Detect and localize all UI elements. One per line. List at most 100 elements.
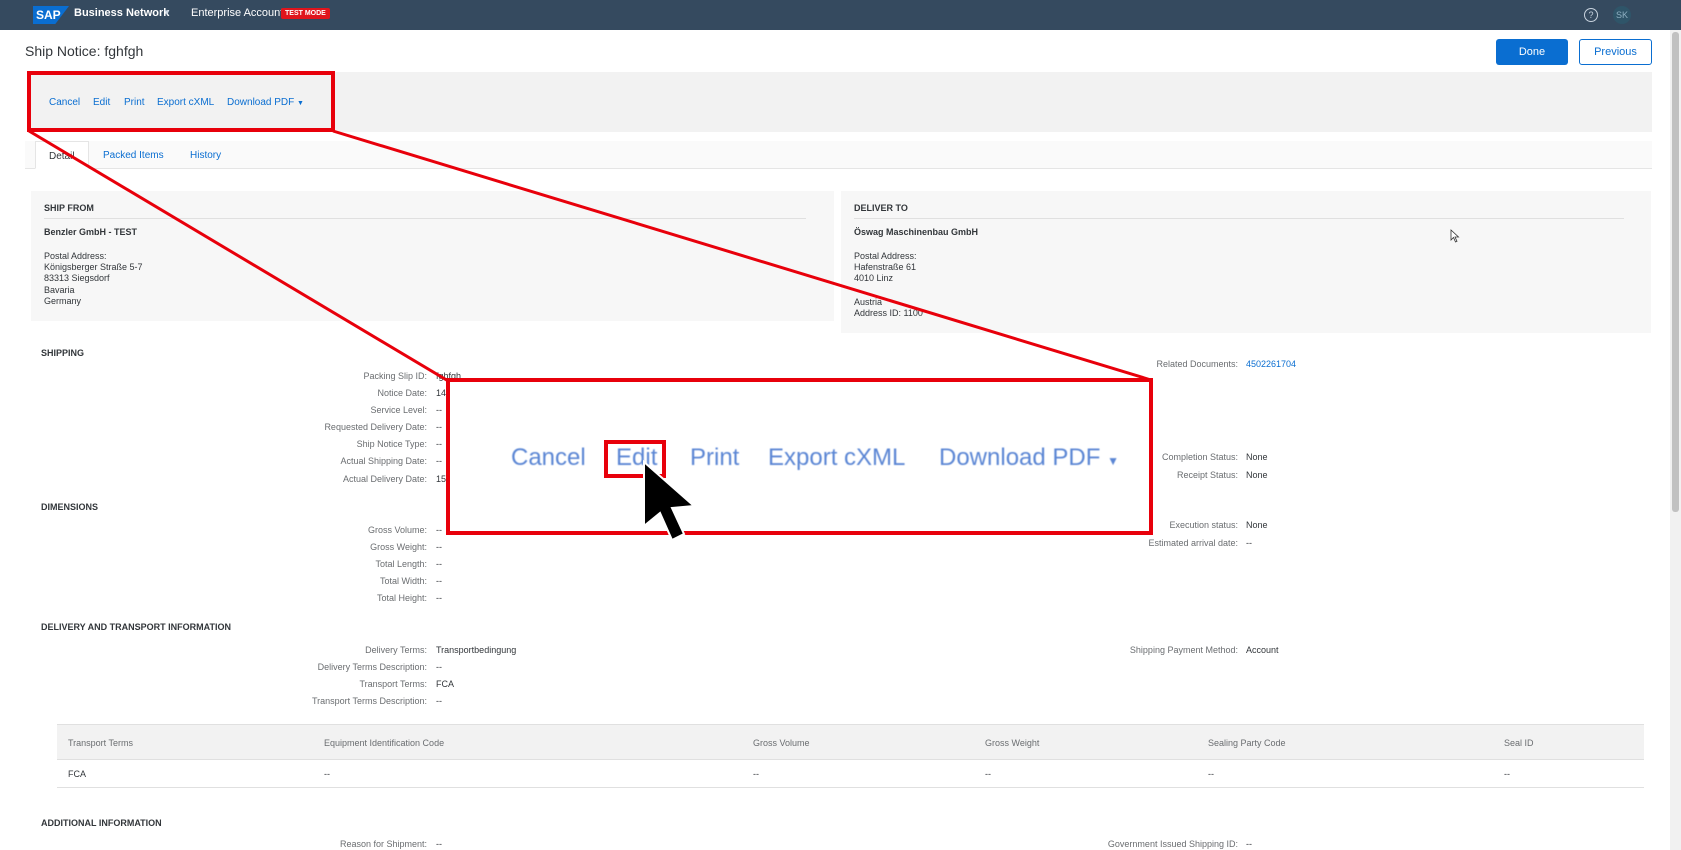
field-label: Gross Volume:: [367, 525, 427, 535]
table-cell: --: [324, 769, 330, 779]
delivery-transport-heading: DELIVERY AND TRANSPORT INFORMATION: [41, 622, 232, 632]
execution-status-value: None: [1246, 520, 1268, 530]
field-label: Notice Date:: [377, 388, 427, 398]
toolbar-highlight-box: [27, 71, 335, 132]
ship-from-name: Benzler GmbH - TEST: [44, 227, 138, 237]
deliver-to-panel: DELIVER TO Öswag Maschinenbau GmbH Posta…: [841, 191, 1651, 333]
field-label: Transport Terms:: [359, 679, 427, 689]
field-label: Shipping Payment Method:: [1129, 645, 1238, 655]
test-mode-badge: TEST MODE: [281, 8, 330, 19]
completion-status-value: None: [1246, 452, 1268, 462]
mouse-pointer-icon: [1450, 229, 1460, 243]
address-line: Austria: [854, 297, 883, 307]
zoom-download-text: Download PDF: [939, 444, 1101, 471]
gross-weight-value: --: [436, 542, 442, 552]
field-label: Delivery Terms Description:: [317, 662, 427, 672]
divider: [44, 218, 806, 219]
deliver-to-name: Öswag Maschinenbau GmbH: [854, 227, 979, 237]
requested-delivery-value: --: [436, 422, 442, 432]
column-header[interactable]: Sealing Party Code: [1208, 738, 1286, 748]
product-name[interactable]: Business Network: [74, 7, 169, 19]
table-cell: --: [1208, 769, 1214, 779]
shipping-payment-value: Account: [1246, 645, 1279, 655]
address-line: Postal Address:: [44, 251, 107, 261]
service-level-value: --: [436, 405, 442, 415]
gross-volume-value: --: [436, 525, 442, 535]
zoom-export-label: Export cXML: [768, 444, 906, 471]
receipt-status-value: None: [1246, 470, 1268, 480]
table-cell: --: [985, 769, 991, 779]
scrollbar-thumb[interactable]: [1672, 32, 1679, 512]
column-header[interactable]: Transport Terms: [68, 738, 133, 748]
estimated-arrival-value: --: [1246, 538, 1252, 548]
address-line: Hafenstraße 61: [854, 262, 917, 272]
zoom-cancel-label: Cancel: [511, 444, 586, 471]
field-label: Total Height:: [376, 593, 427, 603]
table-cell: --: [753, 769, 759, 779]
column-header[interactable]: Gross Volume: [753, 738, 810, 748]
address-line: 4010 Linz: [854, 273, 894, 283]
divider: [854, 218, 1624, 219]
additional-info-heading: ADDITIONAL INFORMATION: [41, 818, 162, 828]
table-row: FCA -- -- -- -- --: [57, 760, 1644, 788]
reason-for-shipment-value: --: [436, 839, 442, 849]
column-header[interactable]: Equipment Identification Code: [324, 738, 444, 748]
arrow-cursor-icon: [643, 459, 697, 542]
shipping-heading: SHIPPING: [41, 348, 85, 358]
table-cell: FCA: [68, 769, 86, 779]
page-title: Ship Notice: fghfgh: [25, 43, 144, 59]
address-id: Address ID: 1100: [854, 308, 923, 318]
deliver-to-heading: DELIVER TO: [854, 203, 908, 213]
field-label: Service Level:: [370, 405, 427, 415]
table-header: Transport Terms Equipment Identification…: [57, 724, 1644, 760]
shell-bar: SAP Business Network ▼ Enterprise Accoun…: [0, 0, 1681, 30]
field-label: Actual Delivery Date:: [342, 474, 427, 484]
tab-bar: Detail Packed Items History: [25, 141, 1652, 169]
ship-from-heading: SHIP FROM: [44, 203, 94, 213]
chevron-down-icon[interactable]: ▼: [163, 8, 171, 17]
tab-packed-items[interactable]: Packed Items: [103, 150, 164, 161]
user-avatar[interactable]: SK: [1613, 6, 1631, 24]
address-line: Germany: [44, 296, 82, 306]
field-label: Total Length:: [375, 559, 427, 569]
field-label: Government Issued Shipping ID:: [1107, 839, 1238, 849]
field-label: Gross Weight:: [370, 542, 427, 552]
related-document-link[interactable]: 4502261704: [1246, 359, 1296, 369]
column-header[interactable]: Seal ID: [1504, 738, 1534, 748]
zoom-download-label: Download PDF ▼: [939, 444, 1119, 472]
column-header[interactable]: Gross Weight: [985, 738, 1039, 748]
actual-delivery-value: 15: [436, 474, 447, 484]
field-label: Requested Delivery Date:: [324, 422, 427, 432]
field-label: Actual Shipping Date:: [340, 456, 427, 466]
tab-detail[interactable]: Detail: [35, 141, 89, 169]
help-icon[interactable]: ?: [1584, 8, 1598, 22]
sap-logo[interactable]: SAP: [33, 6, 69, 24]
table-cell: --: [1504, 769, 1510, 779]
address-line: 83313 Siegsdorf: [44, 273, 110, 283]
done-button[interactable]: Done: [1496, 39, 1568, 65]
address-line: Postal Address:: [854, 251, 917, 261]
field-label: Delivery Terms:: [365, 645, 427, 655]
transport-terms-description-value: --: [436, 696, 442, 706]
total-length-value: --: [436, 559, 442, 569]
ship-notice-type-value: --: [436, 439, 442, 449]
field-label: Reason for Shipment:: [339, 839, 427, 849]
zoom-callout: Cancel Edit Print Export cXML Download P…: [446, 378, 1153, 535]
ship-from-panel: SHIP FROM Benzler GmbH - TEST Postal Add…: [31, 191, 834, 321]
tab-history[interactable]: History: [190, 150, 221, 161]
dimensions-heading: DIMENSIONS: [41, 502, 99, 512]
field-label: Ship Notice Type:: [356, 439, 427, 449]
field-label: Related Documents:: [1156, 359, 1238, 369]
delivery-terms-value: Transportbedingung: [436, 645, 517, 655]
total-height-value: --: [436, 593, 442, 603]
account-label: Enterprise Account: [191, 7, 284, 19]
notice-date-value: 14: [436, 388, 447, 398]
caret-down-icon: ▼: [1107, 454, 1119, 468]
delivery-terms-description-value: --: [436, 662, 442, 672]
transport-terms-value: FCA: [436, 679, 454, 689]
previous-button[interactable]: Previous: [1579, 39, 1652, 65]
actual-shipping-value: --: [436, 456, 442, 466]
field-label: Packing Slip ID:: [363, 371, 427, 381]
field-label: Total Width:: [379, 576, 427, 586]
total-width-value: --: [436, 576, 442, 586]
